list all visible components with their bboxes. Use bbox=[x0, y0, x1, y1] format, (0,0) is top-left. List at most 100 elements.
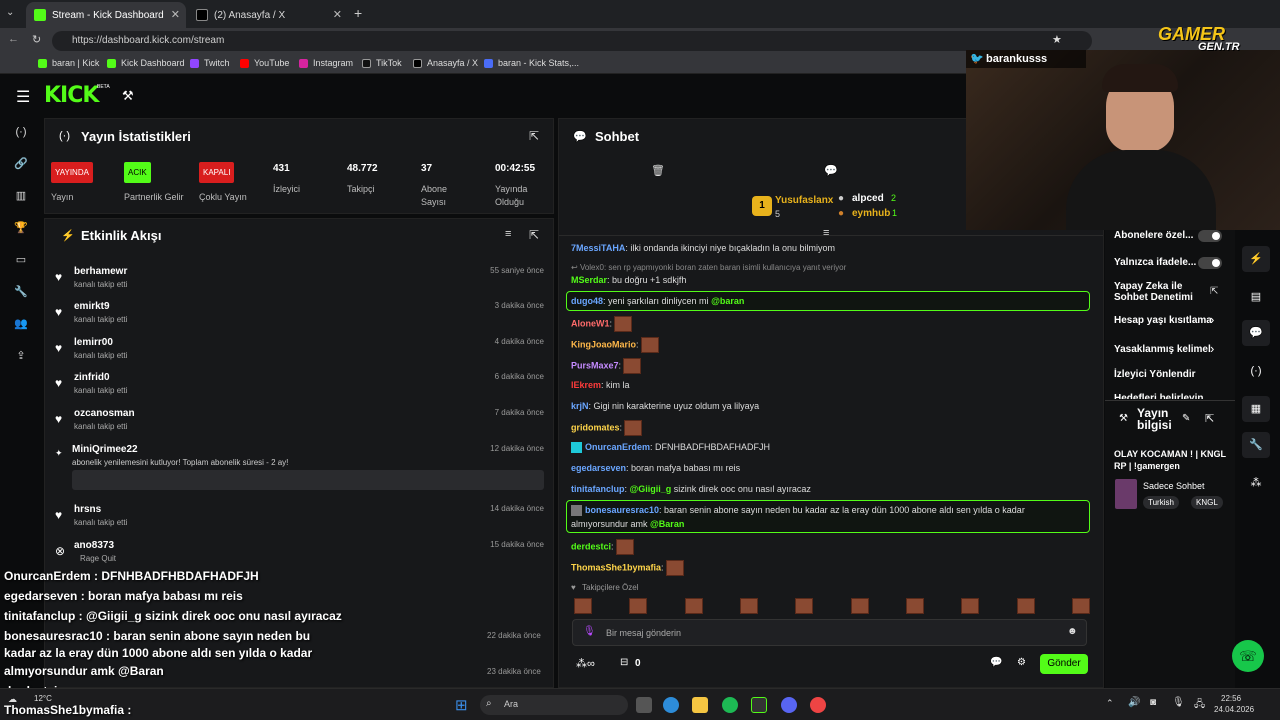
toggle-emotes-only[interactable] bbox=[1198, 257, 1222, 269]
chat-bubble-icon[interactable]: 💬 bbox=[990, 657, 1002, 668]
chat-user[interactable]: gridomates bbox=[571, 422, 620, 432]
bookmark-kick-dashboard[interactable]: Kick Dashboard bbox=[107, 58, 185, 68]
chat-input[interactable]: 🎙 Bir mesaj gönderin ☻ bbox=[572, 619, 1087, 646]
help-chat-icon[interactable]: ☏ bbox=[1232, 640, 1264, 672]
analytics-icon[interactable]: ▥ bbox=[12, 187, 30, 205]
chat-user[interactable]: OnurcanErdem bbox=[585, 442, 650, 452]
media-icon[interactable]: ▭ bbox=[12, 251, 30, 269]
event-user[interactable]: lemirr00 bbox=[74, 337, 113, 348]
points-icon[interactable]: ⁂ bbox=[1242, 470, 1270, 496]
chat-user[interactable]: bonesauresrac10 bbox=[585, 505, 659, 515]
gift-icon[interactable]: ⊟ bbox=[620, 657, 628, 668]
bookmark-baran-kick[interactable]: baran | Kick bbox=[38, 58, 99, 68]
chat-user[interactable]: lEkrem bbox=[571, 380, 601, 390]
close-icon[interactable]: ✕ bbox=[171, 8, 180, 21]
chat-user[interactable]: derdestci bbox=[571, 541, 611, 551]
event-user[interactable]: hrsns bbox=[74, 504, 101, 515]
bookmark-tiktok[interactable]: TikTok bbox=[362, 58, 402, 68]
bookmark-twitch[interactable]: Twitch bbox=[190, 58, 230, 68]
layout-icon[interactable]: ▦ bbox=[1242, 396, 1270, 422]
chrome-icon[interactable] bbox=[810, 697, 826, 713]
chat-user[interactable]: KingJoaoMario bbox=[571, 339, 636, 349]
chat-user[interactable]: 7MessiTAHA bbox=[571, 243, 625, 253]
event-user[interactable]: emirkt9 bbox=[74, 301, 110, 312]
tray-arrow-icon[interactable]: ⌃ bbox=[1106, 698, 1114, 709]
points-icon[interactable]: ⁂∞ bbox=[576, 657, 595, 670]
speaker-icon[interactable]: 🔊 bbox=[1128, 697, 1140, 708]
mic-icon[interactable]: 🎙 bbox=[1172, 697, 1185, 708]
popout-icon[interactable]: ⇱ bbox=[1205, 412, 1214, 425]
emote[interactable] bbox=[905, 598, 924, 614]
network-icon[interactable]: 🖧 bbox=[1194, 697, 1205, 714]
chat-mention[interactable]: @Giigii_g bbox=[630, 484, 672, 494]
emote[interactable] bbox=[961, 598, 980, 614]
emote[interactable] bbox=[684, 598, 703, 614]
chat-bubble-icon[interactable]: 💬 bbox=[1242, 320, 1270, 346]
leader-name[interactable]: Yusufaslanx bbox=[775, 195, 833, 206]
trash-icon[interactable]: 🗑 bbox=[651, 164, 665, 177]
clock-date[interactable]: 24.04.2026 bbox=[1214, 705, 1254, 714]
chat-user[interactable]: egedarseven bbox=[571, 463, 626, 473]
spotify-icon[interactable] bbox=[722, 697, 738, 713]
users-icon[interactable]: 👥 bbox=[12, 315, 30, 333]
trophy-icon[interactable]: 🏆 bbox=[12, 219, 30, 237]
menu-icon[interactable]: ☰ bbox=[16, 87, 30, 107]
emote[interactable] bbox=[629, 598, 648, 614]
event-user[interactable]: MiniQrimee22 bbox=[72, 444, 138, 455]
kick-logo[interactable]: KICK bbox=[44, 83, 99, 108]
chat-bubble-icon[interactable]: 💬 bbox=[824, 164, 838, 177]
back-icon[interactable]: ← bbox=[8, 33, 19, 45]
chat-user[interactable]: PursMaxe7 bbox=[571, 360, 619, 370]
discord-icon[interactable] bbox=[781, 697, 797, 713]
chat-user[interactable]: krjN bbox=[571, 401, 589, 411]
popout-icon[interactable]: ⇱ bbox=[529, 129, 539, 143]
event-user[interactable]: berhamewr bbox=[74, 266, 127, 277]
emote[interactable] bbox=[1016, 598, 1035, 614]
chat-user[interactable]: AloneW1 bbox=[571, 318, 610, 328]
chat-user[interactable]: dugo48 bbox=[571, 296, 603, 306]
event-user[interactable]: ozcanosman bbox=[74, 408, 135, 419]
task-view-icon[interactable] bbox=[636, 697, 652, 713]
new-tab-icon[interactable]: + bbox=[354, 5, 362, 21]
category-name[interactable]: Sadece Sohbet bbox=[1143, 481, 1205, 491]
emote[interactable] bbox=[739, 598, 758, 614]
tab-kick-dashboard[interactable]: Stream - Kick Dashboard ✕ bbox=[26, 2, 186, 28]
event-user[interactable]: ano8373 bbox=[74, 540, 114, 551]
setting-banned-words[interactable]: Yasaklanmış kelimel bbox=[1114, 344, 1211, 355]
bookmark-kick-stats[interactable]: baran - Kick Stats,... bbox=[484, 58, 579, 68]
discord-tray-icon[interactable]: ◙ bbox=[1150, 697, 1156, 708]
popout-icon[interactable]: ⇱ bbox=[529, 228, 539, 242]
toggle-subs-only[interactable] bbox=[1198, 230, 1222, 242]
stream-nav-icon[interactable]: (·) bbox=[12, 123, 30, 141]
emote[interactable] bbox=[1071, 598, 1090, 614]
filter-icon[interactable]: ≡ bbox=[505, 228, 511, 240]
chevron-right-icon[interactable]: › bbox=[1210, 312, 1214, 327]
event-user[interactable]: zinfrid0 bbox=[74, 372, 110, 383]
bookmark-x[interactable]: Anasayfa / X bbox=[413, 58, 478, 68]
url-field[interactable]: https://dashboard.kick.com/stream bbox=[52, 31, 1092, 51]
taskbar-search[interactable]: ⌕ Ara bbox=[480, 695, 628, 715]
upload-icon[interactable]: ⇪ bbox=[12, 347, 30, 365]
tag-chip[interactable]: KNGL bbox=[1191, 496, 1223, 509]
tools-icon[interactable]: ⚒ bbox=[122, 88, 134, 104]
setting-account-age[interactable]: Hesap yaşı kısıtlama bbox=[1114, 315, 1212, 326]
bookmark-youtube[interactable]: YouTube bbox=[240, 58, 289, 68]
leader-name[interactable]: eymhub bbox=[852, 208, 890, 219]
chevron-right-icon[interactable]: › bbox=[1210, 341, 1214, 356]
file-explorer-icon[interactable] bbox=[692, 697, 708, 713]
pin-icon[interactable]: ≡ bbox=[823, 227, 829, 239]
windows-start-icon[interactable]: ⊞ bbox=[455, 696, 468, 714]
bolt-icon[interactable]: ⚡ bbox=[1242, 246, 1270, 272]
setting-viewer-redirect[interactable]: İzleyici Yönlendir bbox=[1114, 369, 1196, 380]
link-icon[interactable]: 🔗 bbox=[12, 155, 30, 173]
setting-goals[interactable]: Hedefleri belirleyin bbox=[1114, 393, 1203, 399]
emote[interactable] bbox=[850, 598, 869, 614]
reload-icon[interactable]: ↻ bbox=[32, 33, 41, 46]
tag-chip[interactable]: Turkish bbox=[1143, 496, 1179, 509]
clock-time[interactable]: 22:56 bbox=[1221, 694, 1241, 703]
chat-user[interactable]: MSerdar bbox=[571, 275, 607, 285]
document-icon[interactable]: ▤ bbox=[1242, 284, 1270, 310]
edit-icon[interactable]: ✎ bbox=[1182, 413, 1190, 424]
emoji-icon[interactable]: ☻ bbox=[1067, 626, 1078, 637]
chat-mention[interactable]: @Baran bbox=[650, 519, 684, 529]
